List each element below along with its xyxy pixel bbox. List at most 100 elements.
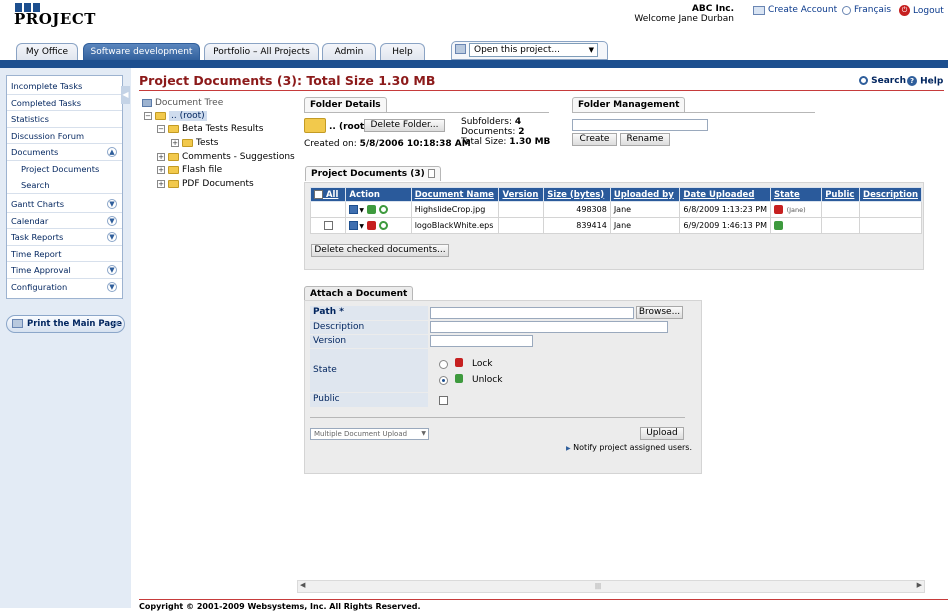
column-header-document-name[interactable]: Document Name xyxy=(410,187,500,202)
open-project-select[interactable]: Open this project... ▼ xyxy=(469,43,598,57)
document-name[interactable]: logoBlackWhite.eps xyxy=(410,217,500,234)
tree-node-pdf[interactable]: + PDF Documents xyxy=(157,178,254,189)
sidebar-item-time-report[interactable]: Time Report xyxy=(7,246,122,262)
column-header-state[interactable]: State xyxy=(770,187,823,202)
refresh-icon[interactable] xyxy=(379,221,389,230)
lock-icon[interactable] xyxy=(366,221,376,230)
column-header-date-uploaded[interactable]: Date Uploaded xyxy=(679,187,772,202)
horizontal-scrollbar[interactable]: ◀ ||| ▶ xyxy=(297,580,925,593)
print-main-page-button[interactable]: Print the Main Page ➔ xyxy=(6,315,125,333)
public-checkbox[interactable] xyxy=(439,396,448,405)
folder-name-input[interactable] xyxy=(572,119,708,131)
upload-button[interactable]: Upload xyxy=(640,427,684,440)
unlock-radio[interactable] xyxy=(439,376,448,385)
document-size: 839414 xyxy=(543,217,611,234)
select-all-checkbox[interactable] xyxy=(314,189,323,199)
save-icon[interactable] xyxy=(349,221,359,230)
refresh-icon[interactable] xyxy=(379,205,389,214)
search-icon xyxy=(859,76,868,85)
unlock-icon xyxy=(774,221,784,230)
create-account-icon xyxy=(753,5,765,15)
search-link[interactable]: Search xyxy=(859,76,906,86)
lock-icon xyxy=(774,205,784,214)
sidebar-item-incomplete-tasks[interactable]: Incomplete Tasks xyxy=(7,78,122,95)
unlock-icon[interactable] xyxy=(366,205,376,214)
row-checkbox[interactable] xyxy=(323,221,333,230)
row-select-cell xyxy=(309,217,347,234)
column-header-description[interactable]: Description xyxy=(859,187,922,202)
scroll-thumb[interactable]: ||| xyxy=(595,583,607,590)
tab-portfolio[interactable]: Portfolio – All Projects xyxy=(204,43,319,61)
dropdown-icon[interactable]: ▼ xyxy=(359,207,364,214)
open-project-icon xyxy=(455,44,466,54)
row-select-cell xyxy=(309,201,347,218)
delete-checked-button[interactable]: Delete checked documents... xyxy=(311,244,449,257)
sidebar-item-configuration[interactable]: Configuration ▼ xyxy=(7,279,122,296)
sidebar-item-documents[interactable]: Documents ▲ xyxy=(7,144,122,161)
document-size: 498308 xyxy=(543,201,611,218)
sidebar-item-gantt-charts[interactable]: Gantt Charts ▼ xyxy=(7,196,122,213)
collapse-icon[interactable]: − xyxy=(144,111,152,120)
folder-management-divider xyxy=(572,112,815,113)
notify-link[interactable]: ▶ Notify project assigned users. xyxy=(566,443,692,452)
expand-icon[interactable]: + xyxy=(157,165,165,174)
version-input[interactable] xyxy=(430,335,533,347)
document-version xyxy=(498,201,545,218)
create-account-link[interactable]: Create Account xyxy=(753,5,837,15)
expand-icon[interactable]: + xyxy=(171,138,179,147)
language-icon xyxy=(842,5,851,15)
sidebar-item-statistics[interactable]: Statistics xyxy=(7,111,122,128)
chevron-down-icon[interactable]: ▼ xyxy=(107,199,117,209)
select-all-header[interactable]: All xyxy=(309,187,347,202)
tree-node-comments[interactable]: + Comments - Suggestions xyxy=(157,151,295,162)
sidebar-item-search[interactable]: Search xyxy=(7,177,122,194)
chevron-down-icon[interactable]: ▼ xyxy=(107,281,117,292)
delete-folder-button[interactable]: Delete Folder... xyxy=(364,119,445,132)
collapse-icon[interactable]: − xyxy=(157,124,165,133)
column-header-uploaded-by[interactable]: Uploaded by xyxy=(609,187,681,202)
tree-node-beta-tests[interactable]: − Beta Tests Results xyxy=(157,123,263,134)
sidebar-collapse-icon[interactable]: ◀ xyxy=(121,86,130,104)
sidebar-item-calendar[interactable]: Calendar ▼ xyxy=(7,213,122,229)
path-input[interactable] xyxy=(430,307,634,319)
folder-icon xyxy=(182,138,193,147)
column-header-public[interactable]: Public xyxy=(821,187,861,202)
scroll-right-icon[interactable]: ▶ xyxy=(917,581,922,589)
sidebar-item-project-documents[interactable]: Project Documents xyxy=(7,161,122,178)
tab-software-development[interactable]: Software development xyxy=(83,43,200,61)
document-public xyxy=(821,201,861,218)
logout-link[interactable]: ⏻ Logout xyxy=(899,5,944,16)
tree-node-tests[interactable]: + Tests xyxy=(171,137,218,148)
sidebar-item-completed-tasks[interactable]: Completed Tasks xyxy=(7,95,122,111)
expand-icon[interactable]: + xyxy=(157,152,165,161)
column-header-version[interactable]: Version xyxy=(498,187,545,202)
rename-folder-button[interactable]: Rename xyxy=(620,133,670,146)
sidebar-item-discussion-forum[interactable]: Discussion Forum xyxy=(7,128,122,144)
document-name[interactable]: HighslideCrop.jpg xyxy=(410,201,500,218)
upload-mode-select[interactable]: Multiple Document Upload ▼ xyxy=(310,428,429,440)
folder-name: .. (root) xyxy=(329,122,369,132)
scroll-left-icon[interactable]: ◀ xyxy=(300,581,305,589)
description-input[interactable] xyxy=(430,321,668,333)
tab-help[interactable]: Help xyxy=(380,43,425,61)
expand-icon[interactable]: + xyxy=(157,179,165,188)
chevron-down-icon[interactable]: ▼ xyxy=(107,232,117,242)
tab-my-office[interactable]: My Office xyxy=(16,43,78,61)
column-header-size[interactable]: Size (bytes) xyxy=(543,187,611,202)
tree-node-root[interactable]: − .. (root) xyxy=(144,110,207,121)
tree-node-flash[interactable]: + Flash file xyxy=(157,164,222,175)
chevron-up-icon[interactable]: ▲ xyxy=(107,147,117,157)
page-title: Project Documents (3): Total Size 1.30 M… xyxy=(139,73,436,88)
sidebar-item-time-approval[interactable]: Time Approval ▼ xyxy=(7,262,122,279)
tab-admin[interactable]: Admin xyxy=(322,43,376,61)
chevron-down-icon[interactable]: ▼ xyxy=(107,215,117,226)
help-link[interactable]: ? Help xyxy=(907,76,943,87)
create-folder-button[interactable]: Create xyxy=(572,133,617,146)
browse-button[interactable]: Browse... xyxy=(636,306,683,319)
language-link[interactable]: Français xyxy=(842,5,891,15)
save-icon[interactable] xyxy=(349,205,359,214)
chevron-down-icon[interactable]: ▼ xyxy=(107,265,117,275)
lock-radio[interactable] xyxy=(439,360,448,369)
sidebar-item-task-reports[interactable]: Task Reports ▼ xyxy=(7,229,122,246)
dropdown-icon[interactable]: ▼ xyxy=(359,223,364,230)
